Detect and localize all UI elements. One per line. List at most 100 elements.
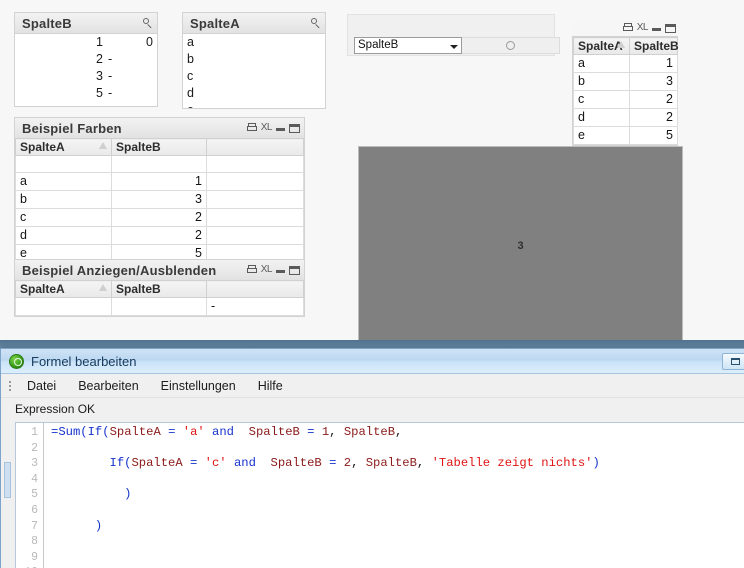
excel-export-icon[interactable]: XL — [637, 23, 648, 33]
list-item[interactable]: b — [183, 51, 325, 68]
list-item[interactable]: 5 - — [15, 85, 157, 102]
list-item-aux: - — [105, 68, 153, 85]
print-icon[interactable] — [247, 265, 257, 275]
maximize-icon[interactable] — [289, 124, 300, 133]
table-top-right[interactable]: XL SpalteA SpalteB — [572, 20, 678, 146]
search-icon[interactable] — [142, 18, 153, 29]
table-row[interactable]: d 2 — [574, 109, 678, 127]
table-row[interactable]: a 1 — [574, 55, 678, 73]
scrollbar-thumb[interactable] — [4, 462, 11, 498]
column-header-spalteb[interactable]: SpalteB — [112, 281, 207, 298]
menu-item-bearbeiten[interactable]: Bearbeiten — [67, 376, 149, 396]
search-icon[interactable] — [310, 18, 321, 29]
cell-spalteb: 3 — [112, 191, 207, 209]
table-row[interactable]: - — [16, 298, 304, 316]
minimize-icon[interactable] — [276, 124, 285, 132]
circle-icon — [506, 41, 515, 50]
table-top-right-body[interactable]: SpalteA SpalteB a 1 b 3 — [572, 36, 678, 146]
cell-extra — [207, 191, 304, 209]
editor-scrollbar[interactable] — [1, 422, 14, 568]
window-title-bar[interactable]: Formel bearbeiten — [1, 349, 744, 374]
list-item[interactable]: 3 - — [15, 68, 157, 85]
spinner-button[interactable] — [462, 37, 560, 54]
column-header-spalteb[interactable]: SpalteB — [630, 38, 678, 55]
list-item[interactable]: d — [183, 85, 325, 102]
line-number: 7 — [16, 519, 38, 535]
caption-icon-group[interactable]: XL — [247, 265, 300, 275]
maximize-icon[interactable] — [289, 266, 300, 275]
menu-item-einstellungen[interactable]: Einstellungen — [150, 376, 247, 396]
window-controls[interactable] — [721, 353, 744, 370]
column-header-spaltea[interactable]: SpalteA — [16, 281, 112, 298]
table-row[interactable]: b 3 — [574, 73, 678, 91]
caption-icon-group[interactable]: XL — [247, 123, 300, 133]
column-header-empty[interactable] — [207, 281, 304, 298]
table-top-right-caption[interactable]: XL — [572, 20, 678, 36]
desktop-root: SpalteB 1 0 2 - 3 - 5 - SpalteA — [0, 0, 744, 568]
line-number: 8 — [16, 534, 38, 550]
column-header-empty[interactable] — [207, 139, 304, 156]
menu-item-datei[interactable]: Datei — [16, 376, 67, 396]
chart-gray-panel[interactable]: 3 — [358, 146, 683, 346]
table-row[interactable]: e 5 — [574, 127, 678, 145]
list-item[interactable]: 1 0 — [15, 34, 157, 51]
print-icon[interactable] — [247, 123, 257, 133]
table-anzeigen-body[interactable]: SpalteA SpalteB - — [14, 280, 305, 317]
listbox-spaltea-caption[interactable]: SpalteA — [182, 12, 326, 33]
column-header-spaltea[interactable]: SpalteA — [16, 139, 112, 156]
column-header-spaltea[interactable]: SpalteA — [574, 38, 630, 55]
menu-grip-icon[interactable] — [5, 379, 14, 393]
menu-item-hilfe[interactable]: Hilfe — [247, 376, 294, 396]
listbox-spaltea-body[interactable]: a b c d e — [182, 33, 326, 109]
list-item[interactable]: a — [183, 34, 325, 51]
cell-spaltea: e — [574, 127, 630, 145]
table-farben-body[interactable]: SpalteA SpalteB a 1 — [14, 138, 305, 264]
field-select[interactable]: SpalteB — [354, 37, 462, 54]
sort-indicator-icon — [617, 41, 625, 48]
cell-spaltea: c — [574, 91, 630, 109]
minimize-icon[interactable] — [652, 24, 661, 32]
cell-spalteb — [112, 298, 207, 316]
listbox-spalteb[interactable]: SpalteB 1 0 2 - 3 - 5 - — [14, 12, 158, 107]
minimize-icon[interactable] — [276, 266, 285, 274]
line-number-gutter: 1 2 3 4 5 6 7 8 9 10 — [16, 423, 44, 568]
table-row[interactable]: b 3 — [16, 191, 304, 209]
list-item-value: d — [187, 85, 321, 102]
cell-extra — [207, 209, 304, 227]
table-empty-row[interactable] — [16, 156, 304, 173]
maximize-icon[interactable] — [665, 24, 676, 33]
excel-export-icon[interactable]: XL — [261, 123, 272, 133]
table-anzeigen-caption[interactable]: Beispiel Anziegen/Ausblenden XL — [14, 259, 305, 280]
cell-spaltea — [16, 298, 112, 316]
cell-empty — [112, 156, 207, 173]
expression-editor[interactable]: 1 2 3 4 5 6 7 8 9 10 =Sum(If(SpalteA = '… — [15, 422, 744, 568]
list-item[interactable]: c — [183, 68, 325, 85]
expression-code[interactable]: =Sum(If(SpalteA = 'a' and SpalteB = 1, S… — [44, 423, 744, 568]
list-item[interactable]: 2 - — [15, 51, 157, 68]
restore-window-button[interactable] — [722, 353, 744, 370]
table-row[interactable]: a 1 — [16, 173, 304, 191]
list-item-value: b — [187, 51, 321, 68]
listbox-spaltea[interactable]: SpalteA a b c d e — [182, 12, 326, 109]
caption-icon-group[interactable]: XL — [623, 23, 676, 33]
table-farben-grid: SpalteA SpalteB a 1 — [15, 138, 304, 263]
table-row[interactable]: c 2 — [574, 91, 678, 109]
table-beispiel-farben[interactable]: Beispiel Farben XL SpalteA SpalteB — [14, 117, 305, 264]
table-row[interactable]: d 2 — [16, 227, 304, 245]
excel-export-icon[interactable]: XL — [261, 265, 272, 275]
list-item-value: 5 — [19, 85, 105, 102]
code-line: If(SpalteA = 'c' and SpalteB = 2, Spalte… — [51, 456, 744, 472]
list-item[interactable]: e — [183, 102, 325, 109]
print-icon[interactable] — [623, 23, 633, 33]
menu-bar[interactable]: Datei Bearbeiten Einstellungen Hilfe — [1, 374, 744, 398]
code-line — [51, 534, 744, 550]
table-beispiel-anzeigen-ausblenden[interactable]: Beispiel Anziegen/Ausblenden XL SpalteA — [14, 259, 305, 317]
listbox-spalteb-caption[interactable]: SpalteB — [14, 12, 158, 33]
table-farben-caption[interactable]: Beispiel Farben XL — [14, 117, 305, 138]
column-header-spalteb[interactable]: SpalteB — [112, 139, 207, 156]
cell-extra: - — [207, 298, 304, 316]
table-row[interactable]: c 2 — [16, 209, 304, 227]
listbox-spalteb-body[interactable]: 1 0 2 - 3 - 5 - — [14, 33, 158, 107]
chevron-down-icon[interactable] — [450, 45, 458, 49]
formula-editor-window[interactable]: Formel bearbeiten Datei Bearbeiten Einst… — [0, 348, 744, 568]
